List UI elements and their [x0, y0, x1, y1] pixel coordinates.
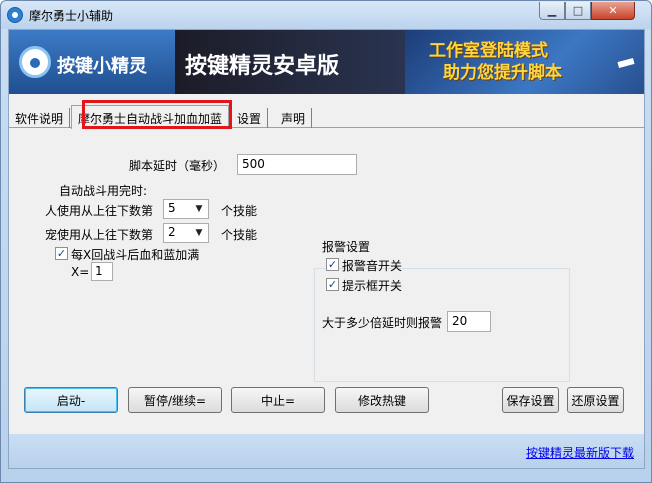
banner-title-area: 按键精灵安卓版	[175, 30, 405, 94]
tab-statement[interactable]: 声明	[275, 108, 313, 128]
banner-logo-area: 按键小精灵	[9, 30, 175, 94]
window-title: 摩尔勇士小辅助	[29, 9, 114, 23]
every-x-checkbox[interactable]: ✓	[55, 247, 68, 260]
every-x-label: 每X回战斗后血和蓝加满	[71, 248, 200, 262]
banner-slogan-line2: 助力您提升脚本	[443, 63, 562, 83]
status-bar: 按键精灵最新版下载	[9, 434, 644, 468]
banner-product-title: 按键精灵安卓版	[185, 54, 340, 79]
person-skill-suffix: 个技能	[221, 204, 258, 218]
pet-skill-value: 2	[168, 225, 176, 239]
pet-skill-label: 宠使用从上往下数第	[45, 228, 154, 242]
chevron-down-icon: ▼	[195, 228, 203, 238]
app-icon	[7, 7, 23, 23]
alarm-sound-checkbox[interactable]: ✓	[326, 258, 339, 271]
tab-auto-battle[interactable]: 摩尔勇士自动战斗加血加蓝	[71, 105, 230, 129]
close-button[interactable]: ✕	[591, 2, 635, 20]
modify-hotkey-button[interactable]: 修改热键	[335, 387, 429, 413]
logo-text: 按键小精灵	[57, 56, 147, 77]
person-skill-label: 人使用从上往下数第	[45, 204, 154, 218]
tab-settings[interactable]: 设置	[231, 108, 269, 128]
pause-resume-button[interactable]: 暂停/继续=	[128, 387, 222, 413]
person-skill-select[interactable]: 5 ▼	[163, 199, 209, 219]
alarm-multiple-input[interactable]: 20	[447, 311, 491, 332]
person-skill-value: 5	[168, 201, 176, 215]
download-latest-link[interactable]: 按键精灵最新版下载	[526, 444, 634, 461]
client-area: 按键小精灵 按键精灵安卓版 工作室登陆模式 助力您提升脚本 软件说明 摩尔勇士自…	[8, 29, 645, 469]
auto-battle-label: 自动战斗用完时:	[59, 184, 148, 198]
x-label: X=	[71, 265, 90, 279]
title-bar[interactable]: 摩尔勇士小辅助 ▁ □ ✕	[1, 1, 651, 29]
tab-panel-auto-battle: 脚本延时（毫秒） 500 自动战斗用完时: 人使用从上往下数第 5 ▼ 个技能 …	[9, 128, 644, 468]
plane-icon	[617, 58, 635, 68]
banner-slogan: 工作室登陆模式 助力您提升脚本	[429, 40, 562, 84]
logo-icon	[19, 46, 51, 78]
save-settings-button[interactable]: 保存设置	[502, 387, 559, 413]
alarm-prompt-label: 提示框开关	[342, 279, 403, 293]
banner-ad[interactable]: 工作室登陆模式 助力您提升脚本	[405, 30, 644, 94]
tab-software-info[interactable]: 软件说明	[9, 108, 71, 128]
script-delay-label: 脚本延时（毫秒）	[129, 159, 226, 173]
start-button[interactable]: 启动-	[24, 387, 118, 413]
restore-settings-button[interactable]: 还原设置	[567, 387, 624, 413]
x-value-input[interactable]: 1	[91, 262, 113, 281]
banner: 按键小精灵 按键精灵安卓版 工作室登陆模式 助力您提升脚本	[9, 30, 644, 94]
script-delay-input[interactable]: 500	[237, 154, 357, 175]
minimize-button[interactable]: ▁	[539, 2, 565, 20]
tab-strip: 软件说明 摩尔勇士自动战斗加血加蓝 设置 声明	[9, 100, 644, 129]
alarm-sound-label: 报警音开关	[342, 259, 403, 273]
pet-skill-select[interactable]: 2 ▼	[163, 223, 209, 243]
stop-button[interactable]: 中止=	[231, 387, 325, 413]
alarm-group-title: 报警设置	[322, 240, 371, 254]
alarm-prompt-checkbox[interactable]: ✓	[326, 278, 339, 291]
banner-slogan-line1: 工作室登陆模式	[429, 41, 548, 61]
main-window: 摩尔勇士小辅助 ▁ □ ✕ 按键小精灵 按键精灵安卓版 工作室登陆模式 助力您提…	[0, 0, 652, 483]
pet-skill-suffix: 个技能	[221, 228, 258, 242]
alarm-multiple-label: 大于多少倍延时则报警	[322, 316, 443, 330]
chevron-down-icon: ▼	[195, 204, 203, 214]
maximize-button[interactable]: □	[565, 2, 591, 20]
